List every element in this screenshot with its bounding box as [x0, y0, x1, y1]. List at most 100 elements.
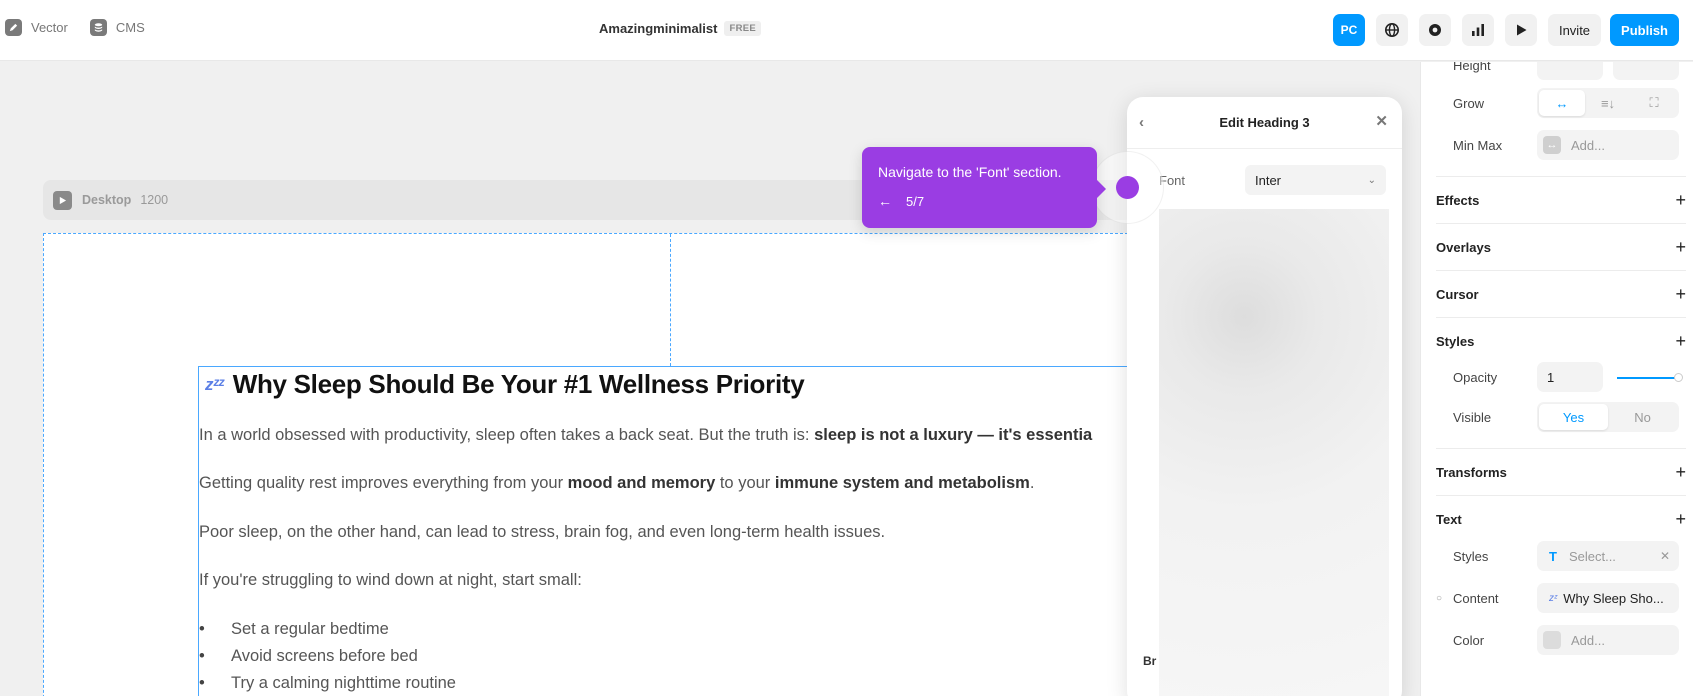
add-styles-icon[interactable]: + [1675, 331, 1686, 352]
properties-panel: Height Grow ↔ ≡↓ ⛶ Min Max ↔ Add... Effe… [1420, 62, 1693, 696]
arrow-left-icon[interactable]: ← [878, 193, 892, 209]
paragraph-2[interactable]: Getting quality rest improves everything… [199, 474, 1034, 493]
list-item[interactable]: Set a regular bedtime [199, 620, 456, 647]
back-chevron-icon[interactable]: ‹ [1139, 114, 1144, 131]
globe-icon [1384, 23, 1399, 37]
effects-section[interactable]: Effects + [1436, 190, 1686, 211]
add-effects-icon[interactable]: + [1675, 190, 1686, 211]
divider [1436, 448, 1686, 449]
resize-icon: ↔ [1543, 136, 1561, 154]
add-transforms-icon[interactable]: + [1675, 462, 1686, 483]
highlight-dot[interactable] [1116, 176, 1139, 199]
desktop-frame[interactable]: zᶻᶻ Why Sleep Should Be Your #1 Wellness… [43, 233, 1138, 696]
styles-section[interactable]: Styles + [1436, 331, 1686, 352]
opacity-input[interactable]: 1 [1537, 362, 1603, 392]
height-fit-select[interactable] [1613, 62, 1679, 80]
bar-chart-icon [1471, 24, 1484, 36]
text-section[interactable]: Text + [1436, 509, 1686, 530]
grow-segmented: ↔ ≡↓ ⛶ [1537, 88, 1679, 118]
font-select[interactable]: Inter ⌄ [1245, 165, 1386, 195]
text-styles-label: Styles [1453, 548, 1489, 564]
edit-panel-title: Edit Heading 3 [1219, 115, 1310, 130]
settings-icon [1428, 24, 1441, 36]
transforms-section[interactable]: Transforms + [1436, 462, 1686, 483]
visible-yes-button[interactable]: Yes [1539, 404, 1608, 430]
invite-button[interactable]: Invite [1547, 14, 1602, 46]
content-field[interactable]: zᶻ Why Sleep Sho... [1537, 583, 1679, 613]
top-bar: Vector CMS Amazingminimalist FREE PC Inv… [0, 0, 1693, 61]
paragraph-3[interactable]: Poor sleep, on the other hand, can lead … [199, 523, 885, 542]
minmax-field[interactable]: ↔ Add... [1537, 130, 1679, 160]
content-indicator-icon: ○ [1436, 592, 1443, 604]
analytics-button[interactable] [1461, 14, 1494, 46]
top-bar-left: Vector CMS [5, 19, 167, 36]
frame-divider [670, 234, 671, 366]
pen-icon [5, 19, 22, 36]
database-icon [89, 19, 107, 36]
paragraph-1[interactable]: In a world obsessed with productivity, s… [199, 426, 1092, 445]
p2-text-a: Getting quality rest improves everything… [199, 474, 568, 492]
text-styles-placeholder: Select... [1568, 548, 1616, 564]
slider-handle[interactable] [1674, 373, 1683, 382]
visible-no-button[interactable]: No [1608, 404, 1677, 430]
edit-heading-panel: ‹ Edit Heading 3 ✕ Font Inter ⌄ Br [1127, 97, 1402, 696]
settings-button[interactable] [1418, 14, 1451, 46]
color-swatch-icon [1543, 631, 1561, 649]
play-icon[interactable] [53, 190, 72, 210]
cursor-section[interactable]: Cursor + [1436, 284, 1686, 305]
vector-label: Vector [31, 20, 68, 35]
p2-text-b: to your [715, 474, 775, 492]
vector-button[interactable]: Vector [5, 19, 68, 36]
cms-button[interactable]: CMS [89, 19, 145, 36]
bullet-list[interactable]: Set a regular bedtime Avoid screens befo… [199, 620, 456, 696]
close-icon[interactable]: ✕ [1375, 112, 1388, 130]
grow-horizontal-icon[interactable]: ↔ [1539, 90, 1585, 116]
list-item[interactable]: Avoid screens before bed [199, 647, 456, 674]
breakpoint-width: 1200 [140, 193, 169, 207]
article-heading[interactable]: zᶻᶻ Why Sleep Should Be Your #1 Wellness… [205, 369, 805, 400]
add-overlays-icon[interactable]: + [1675, 237, 1686, 258]
height-label: Height [1453, 62, 1491, 73]
p2-bold-a: mood and memory [567, 474, 716, 492]
minmax-placeholder: Add... [1571, 137, 1605, 153]
height-input[interactable] [1537, 62, 1603, 80]
sleep-emoji-icon: zᶻᶻ [205, 374, 224, 394]
grow-label: Grow [1453, 95, 1485, 111]
divider [1436, 223, 1686, 224]
add-cursor-icon[interactable]: + [1675, 284, 1686, 305]
color-placeholder: Add... [1571, 632, 1605, 648]
content-row: ○ Content zᶻ Why Sleep Sho... [1421, 583, 1693, 613]
breakpoint-name: Desktop [82, 193, 132, 207]
divider [1436, 495, 1686, 496]
overlays-section[interactable]: Overlays + [1436, 237, 1686, 258]
article-content[interactable]: zᶻᶻ Why Sleep Should Be Your #1 Wellness… [198, 366, 1138, 696]
text-style-icon: T [1549, 548, 1557, 564]
divider [1436, 317, 1686, 318]
globe-button[interactable] [1375, 14, 1408, 46]
visible-label: Visible [1453, 409, 1492, 425]
add-text-icon[interactable]: + [1675, 509, 1686, 530]
paragraph-4[interactable]: If you're struggling to wind down at nig… [199, 571, 582, 590]
chevron-down-icon: ⌄ [1367, 174, 1376, 186]
tooltip-step: 5/7 [906, 193, 925, 209]
guide-tooltip: Navigate to the 'Font' section. ← 5/7 [862, 147, 1106, 228]
grow-fill-icon[interactable]: ⛶ [1631, 90, 1677, 116]
font-value: Inter [1255, 172, 1282, 188]
project-title[interactable]: Amazingminimalist FREE [599, 21, 762, 36]
preview-button[interactable] [1504, 14, 1537, 46]
truncated-label: Br [1143, 654, 1157, 668]
visible-row: Visible Yes No [1421, 402, 1693, 432]
publish-button[interactable]: Publish [1610, 14, 1679, 46]
grow-vertical-icon[interactable]: ≡↓ [1585, 90, 1631, 116]
play-icon [1516, 24, 1527, 36]
opacity-slider[interactable] [1617, 373, 1683, 382]
font-row: Font Inter ⌄ [1159, 165, 1386, 195]
edit-panel-header: ‹ Edit Heading 3 ✕ [1127, 97, 1402, 149]
color-field[interactable]: Add... [1537, 625, 1679, 655]
p1-text: In a world obsessed with productivity, s… [199, 426, 815, 444]
pc-device-button[interactable]: PC [1332, 14, 1365, 46]
opacity-row: Opacity 1 [1421, 362, 1693, 392]
text-styles-select[interactable]: T Select... ✕ [1537, 541, 1679, 571]
list-item[interactable]: Try a calming nighttime routine [199, 674, 456, 696]
clear-icon[interactable]: ✕ [1660, 549, 1670, 563]
